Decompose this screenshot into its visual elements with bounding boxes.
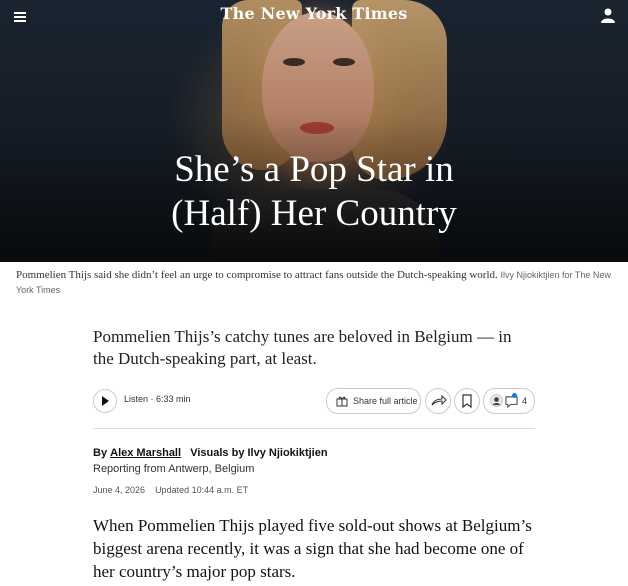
user-account-icon[interactable]: [601, 8, 615, 23]
publish-date: June 4, 2026: [93, 485, 146, 495]
headline-line-2: (Half) Her Country: [171, 193, 457, 234]
caption-text: Pommelien Thijs said she didn’t feel an …: [16, 269, 498, 281]
image-caption: Pommelien Thijs said she didn’t feel an …: [16, 268, 616, 298]
dateline: June 4, 2026 Updated 10:44 a.m. ET: [93, 485, 248, 495]
updated-time: Updated 10:44 a.m. ET: [155, 485, 249, 495]
play-icon[interactable]: [93, 389, 117, 413]
share-button[interactable]: [425, 388, 451, 414]
article-summary: Pommelien Thijs’s catchy tunes are belov…: [93, 327, 512, 368]
commenter-avatar-icon: [490, 394, 503, 407]
share-arrow-icon: [431, 394, 447, 406]
save-button[interactable]: [454, 388, 480, 414]
share-label: Share full article: [353, 396, 418, 406]
reporting-location: Reporting from Antwerp, Belgium: [93, 463, 255, 475]
visuals-credit: Visuals by Ilvy Njiokiktjien: [190, 447, 328, 459]
listen-label[interactable]: Listen · 6:33 min: [124, 394, 191, 404]
article-toolbar: Listen · 6:33 min Share full article 4: [93, 388, 535, 414]
bookmark-icon: [462, 394, 472, 409]
comments-button[interactable]: 4: [483, 388, 535, 414]
notification-dot: [512, 393, 517, 398]
article-headline: She’s a Pop Star in (Half) Her Country: [0, 148, 628, 236]
article-body: When Pommelien Thijs played five sold-ou…: [93, 516, 532, 581]
divider: [93, 428, 535, 429]
author-link[interactable]: Alex Marshall: [110, 447, 181, 459]
headline-line-1: She’s a Pop Star in: [174, 149, 454, 190]
hero-image: The New York Times She’s a Pop Star in (…: [0, 0, 628, 262]
byline: By Alex Marshall Visuals by Ilvy Njiokik…: [93, 447, 328, 459]
nyt-logo[interactable]: The New York Times: [0, 4, 628, 23]
comments-count: 4: [522, 396, 528, 406]
byline-prefix: By: [93, 447, 108, 459]
share-full-article-button[interactable]: Share full article: [326, 388, 421, 414]
gift-icon: [336, 396, 348, 407]
